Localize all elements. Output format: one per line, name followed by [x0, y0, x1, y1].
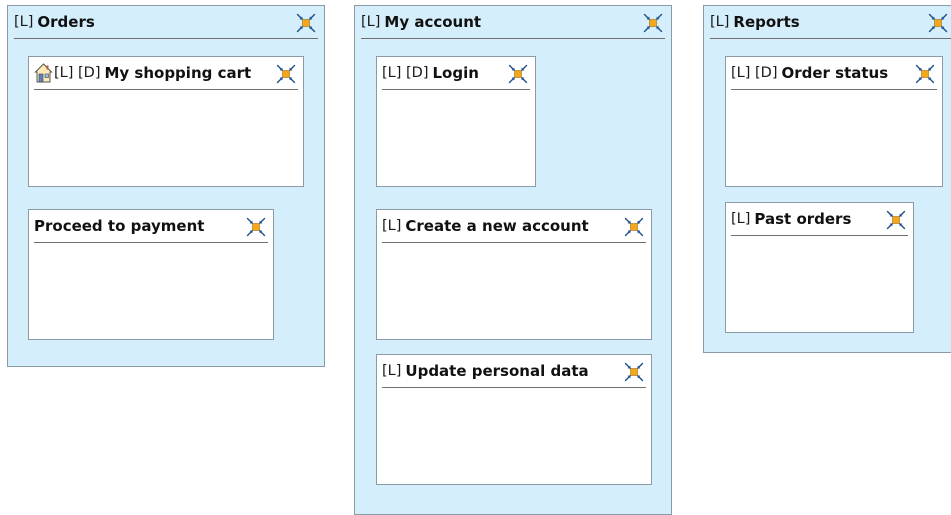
card-header: [L] Create a new account: [382, 210, 646, 243]
collapse-arrows-icon[interactable]: [508, 64, 528, 84]
card-past-orders[interactable]: [L] Past orders: [725, 202, 914, 333]
card-update-personal-data[interactable]: [L] Update personal data: [376, 354, 652, 485]
collapse-arrows-icon[interactable]: [915, 64, 935, 84]
card-header: Proceed to payment: [34, 210, 268, 243]
card-prefix: [L] [D]: [54, 65, 101, 81]
home-icon: [34, 62, 53, 82]
collapse-arrows-icon[interactable]: [624, 362, 644, 382]
group-my-account[interactable]: [L] My account [L] [D] Login [L] Create …: [354, 5, 672, 515]
card-title: Login: [432, 64, 479, 82]
group-prefix: [L]: [14, 14, 34, 30]
card-header: [L] [D] Order status: [731, 57, 937, 90]
card-prefix: [L]: [731, 211, 751, 227]
collapse-arrows-icon[interactable]: [886, 210, 906, 230]
collapse-arrows-icon[interactable]: [928, 13, 948, 33]
group-title: My account: [384, 13, 482, 31]
collapse-arrows-icon[interactable]: [624, 217, 644, 237]
card-prefix: [L] [D]: [382, 65, 429, 81]
card-header: [L] Update personal data: [382, 355, 646, 388]
group-header: [L] Orders: [14, 6, 318, 39]
collapse-arrows-icon[interactable]: [246, 217, 266, 237]
group-prefix: [L]: [361, 14, 381, 30]
collapse-arrows-icon[interactable]: [296, 13, 316, 33]
group-title: Reports: [733, 13, 800, 31]
group-title: Orders: [37, 13, 95, 31]
group-header: [L] Reports: [710, 6, 951, 39]
card-title: Past orders: [754, 210, 852, 228]
card-create-a-new-account[interactable]: [L] Create a new account: [376, 209, 652, 340]
group-reports[interactable]: [L] Reports [L] [D] Order status [L] Pas…: [703, 5, 951, 353]
card-title: Create a new account: [405, 217, 589, 235]
group-orders[interactable]: [L] Orders [L] [D] My shopping cart Proc…: [7, 5, 325, 367]
card-title: My shopping cart: [104, 64, 252, 82]
card-header: [L] [D] My shopping cart: [34, 57, 298, 90]
card-title: Update personal data: [405, 362, 589, 380]
card-my-shopping-cart[interactable]: [L] [D] My shopping cart: [28, 56, 304, 187]
card-login[interactable]: [L] [D] Login: [376, 56, 536, 187]
collapse-arrows-icon[interactable]: [276, 64, 296, 84]
card-prefix: [L] [D]: [731, 65, 778, 81]
card-header: [L] Past orders: [731, 203, 908, 236]
card-prefix: [L]: [382, 218, 402, 234]
card-title: Order status: [781, 64, 889, 82]
group-header: [L] My account: [361, 6, 665, 39]
card-prefix: [L]: [382, 363, 402, 379]
card-title: Proceed to payment: [34, 217, 205, 235]
collapse-arrows-icon[interactable]: [643, 13, 663, 33]
card-order-status[interactable]: [L] [D] Order status: [725, 56, 943, 187]
card-proceed-to-payment[interactable]: Proceed to payment: [28, 209, 274, 340]
card-header: [L] [D] Login: [382, 57, 530, 90]
group-prefix: [L]: [710, 14, 730, 30]
